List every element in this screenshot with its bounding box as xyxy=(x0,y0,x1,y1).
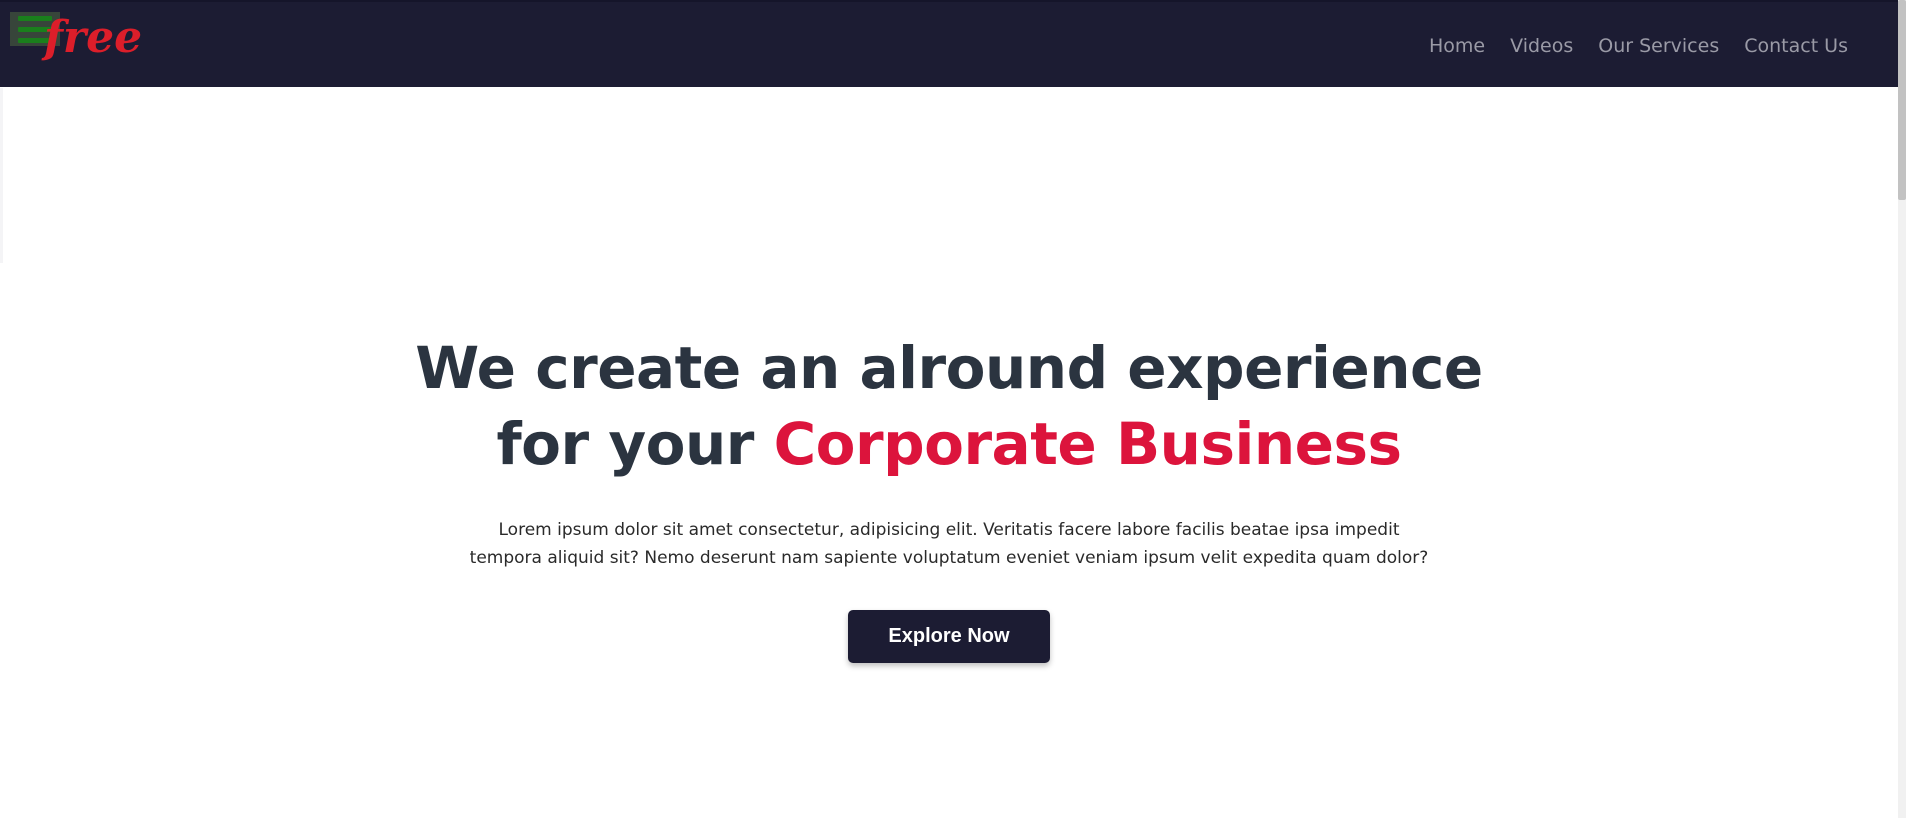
hero-title-line2-prefix: for your xyxy=(496,410,774,478)
hero-description-line1: Lorem ipsum dolor sit amet consectetur, … xyxy=(498,520,1400,540)
nav-links: Home Videos Our Services Contact Us xyxy=(1404,2,1848,89)
navbar: free Home Videos Our Services Contact Us xyxy=(0,0,1898,87)
scrollbar-thumb[interactable] xyxy=(1898,0,1906,200)
hero-description: Lorem ipsum dolor sit amet consectetur, … xyxy=(449,516,1449,572)
explore-now-button[interactable]: Explore Now xyxy=(848,610,1050,663)
nav-link-home[interactable]: Home xyxy=(1429,35,1485,57)
hero-title: We create an alround experience for your… xyxy=(415,330,1483,482)
nav-link-our-services[interactable]: Our Services xyxy=(1598,35,1719,57)
hero-description-line2: tempora aliquid sit? Nemo deserunt nam s… xyxy=(469,548,1429,568)
left-edge-divider xyxy=(0,88,3,263)
vertical-scrollbar[interactable] xyxy=(1898,0,1906,818)
hero-title-line1: We create an alround experience xyxy=(415,334,1483,402)
free-logo[interactable]: free xyxy=(40,10,170,70)
hero-section: We create an alround experience for your… xyxy=(0,330,1898,663)
nav-link-contact-us[interactable]: Contact Us xyxy=(1744,35,1848,57)
hero-title-accent: Corporate Business xyxy=(773,410,1402,478)
page: free Home Videos Our Services Contact Us… xyxy=(0,0,1906,818)
nav-link-videos[interactable]: Videos xyxy=(1510,35,1573,57)
svg-text:free: free xyxy=(41,12,142,63)
